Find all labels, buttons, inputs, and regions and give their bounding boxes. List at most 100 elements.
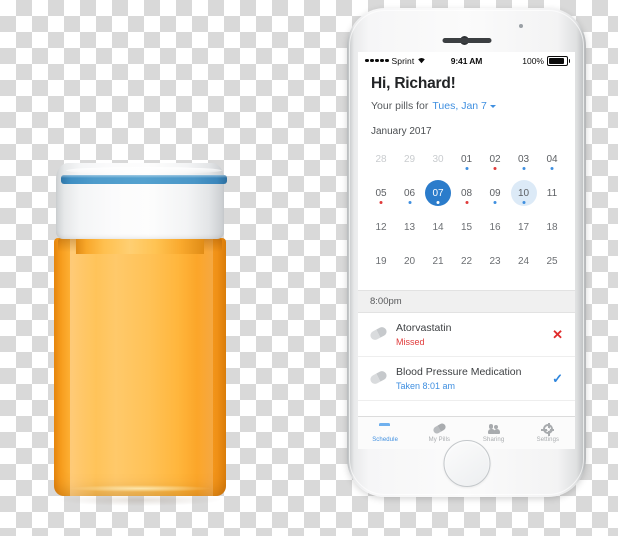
- calendar-day-label: 13: [403, 221, 416, 233]
- calendar-day-label: 16: [489, 221, 501, 233]
- calendar-day-20[interactable]: 20: [397, 248, 423, 274]
- calendar-day-25[interactable]: 25: [539, 248, 565, 274]
- battery-percent-label: 100%: [522, 55, 544, 66]
- gear-icon: [541, 422, 555, 436]
- calendar-month-label: January 2017: [371, 126, 432, 137]
- tab-label: Schedule: [372, 437, 399, 443]
- calendar-day-29[interactable]: 29: [397, 146, 423, 172]
- bottle-base-highlight: [68, 485, 212, 492]
- people-icon: [487, 423, 501, 435]
- calendar-day-13[interactable]: 13: [397, 214, 423, 240]
- calendar-day-label: 02: [489, 153, 501, 165]
- tab-settings[interactable]: Settings: [521, 417, 575, 449]
- calendar-day-30[interactable]: 30: [425, 146, 451, 172]
- medication-name: Blood Pressure Medication: [396, 366, 522, 379]
- calendar-day-01[interactable]: 01: [454, 146, 480, 172]
- pill-capsule-icon: [368, 325, 389, 342]
- calendar-day-09[interactable]: 09: [482, 180, 508, 206]
- calendar-day-label: 14: [432, 221, 444, 233]
- tab-label: Sharing: [482, 437, 505, 443]
- calendar-check-icon: [379, 423, 391, 435]
- calendar-day-dot-blue: [522, 200, 525, 204]
- calendar-day-label: 29: [403, 153, 416, 165]
- calendar-day-21[interactable]: 21: [425, 248, 451, 274]
- calendar-day-03[interactable]: 03: [511, 146, 537, 172]
- bottle-cap: [56, 163, 227, 239]
- calendar-week-row: 28 29 30 01 02 03 04: [368, 146, 565, 172]
- calendar-day-dot-red: [379, 200, 383, 204]
- tab-label: Settings: [536, 437, 560, 443]
- calendar-day-15[interactable]: 15: [454, 214, 480, 240]
- calendar-day-05[interactable]: 05: [368, 180, 394, 206]
- medication-list[interactable]: Atorvastatin Missed ✕ Blood Pressure Medica…: [358, 313, 575, 402]
- calendar-day-label: 05: [375, 187, 387, 199]
- calendar-day-12[interactable]: 12: [368, 214, 394, 240]
- taken-check-icon[interactable]: ✓: [552, 372, 563, 385]
- medication-text: Atorvastatin Missed: [396, 322, 543, 347]
- calendar-day-label: 11: [546, 187, 558, 199]
- calendar-day-28[interactable]: 28: [368, 146, 394, 172]
- pill-capsule-icon: [368, 369, 389, 386]
- calendar-day-02[interactable]: 02: [482, 146, 508, 172]
- calendar-day-dot-white: [436, 200, 440, 204]
- smartphone-device: Sprint 9:41 AM 100% Hi, Richard! Your pi…: [347, 8, 586, 497]
- calendar-day-dot-blue: [465, 166, 468, 170]
- calendar-day-label: 03: [517, 153, 530, 165]
- cap-blue-stripe: [61, 175, 227, 184]
- calendar-widget[interactable]: January 2017 28 29 30 01 02 03 04 05 06 07 08 09 10 1…: [358, 112, 575, 290]
- calendar-day-dot-blue: [522, 166, 525, 170]
- schedule-time-header: 8:00pm: [358, 290, 575, 313]
- medication-status: Taken 8:01 am: [396, 381, 456, 392]
- calendar-day-dot-red: [465, 200, 468, 204]
- calendar-day-label: 25: [546, 255, 558, 267]
- battery-full-icon: [547, 55, 570, 66]
- bottle-body: [54, 238, 226, 496]
- calendar-day-label: 21: [432, 255, 444, 267]
- tab-label: My Pills: [428, 437, 451, 443]
- date-selector-button[interactable]: Tues, Jan 7: [432, 100, 496, 112]
- calendar-day-19[interactable]: 19: [368, 248, 394, 274]
- pill-bottle-image: [52, 160, 228, 506]
- calendar-day-dot-red: [493, 166, 497, 170]
- calendar-day-06[interactable]: 06: [397, 180, 423, 206]
- calendar-day-label: 19: [375, 255, 387, 267]
- calendar-day-dot-blue: [493, 200, 497, 204]
- calendar-day-dot-blue: [550, 166, 554, 170]
- calendar-day-10[interactable]: 10: [510, 180, 537, 206]
- medication-row[interactable]: Atorvastatin Missed ✕: [358, 313, 575, 358]
- calendar-day-16[interactable]: 16: [482, 214, 508, 240]
- calendar-day-label: 23: [489, 255, 501, 267]
- calendar-day-label: 04: [546, 153, 558, 165]
- page-title: Hi, Richard!: [371, 75, 456, 92]
- cap-gloss-highlight: [66, 167, 222, 174]
- calendar-day-17[interactable]: 17: [511, 214, 537, 240]
- calendar-day-22[interactable]: 22: [454, 248, 480, 274]
- calendar-day-label: 17: [517, 221, 530, 233]
- calendar-day-label: 22: [460, 255, 473, 267]
- calendar-day-14[interactable]: 14: [425, 214, 451, 240]
- medication-status: Missed: [396, 337, 425, 348]
- calendar-day-label: 15: [460, 221, 473, 233]
- tab-schedule[interactable]: Schedule: [358, 417, 412, 449]
- calendar-week-row: 12 13 14 15 16 17 18: [368, 214, 565, 240]
- calendar-day-label: 24: [517, 255, 530, 267]
- calendar-week-row: 19 20 21 22 23 24 25: [368, 248, 565, 274]
- calendar-day-11[interactable]: 11: [539, 180, 565, 206]
- missed-x-icon[interactable]: ✕: [552, 328, 563, 341]
- calendar-grid[interactable]: 28 29 30 01 02 03 04 05 06 07 08 09 10 11 12 13 14 15 16 17…: [368, 146, 565, 274]
- calendar-day-04[interactable]: 04: [539, 146, 565, 172]
- calendar-day-18[interactable]: 18: [539, 214, 565, 240]
- home-button[interactable]: [443, 440, 490, 487]
- medication-row[interactable]: Blood Pressure Medication Taken 8:01 am ✓: [358, 357, 575, 402]
- status-bar-right: 100%: [522, 55, 570, 66]
- earpiece-speaker: [442, 38, 491, 43]
- calendar-day-07[interactable]: 07: [425, 180, 451, 206]
- pill-icon: [432, 422, 448, 435]
- calendar-day-23[interactable]: 23: [482, 248, 508, 274]
- calendar-day-label: 07: [432, 187, 444, 199]
- chevron-down-icon: [489, 105, 496, 108]
- calendar-day-label: 12: [375, 221, 387, 233]
- calendar-day-24[interactable]: 24: [511, 248, 537, 274]
- calendar-day-08[interactable]: 08: [454, 180, 480, 206]
- calendar-day-label: 20: [403, 255, 416, 267]
